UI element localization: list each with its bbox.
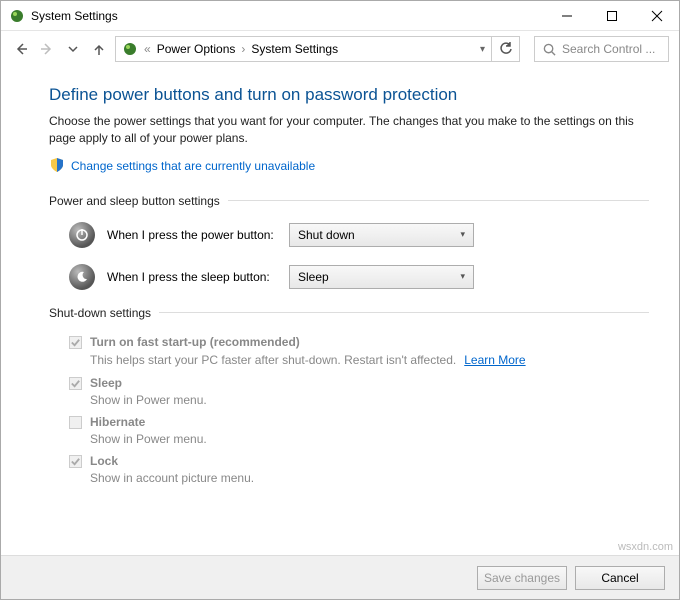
watermark: wsxdn.com: [618, 541, 673, 553]
checkbox-lock: Lock Show in account picture menu.: [69, 453, 649, 488]
search-icon: [543, 43, 556, 56]
forward-button[interactable]: [37, 39, 57, 59]
address-icon: [122, 41, 138, 57]
breadcrumb-sep: «: [144, 42, 151, 56]
search-placeholder: Search Control ...: [562, 42, 655, 56]
sleep-icon: [69, 264, 95, 290]
breadcrumb-sep: ›: [241, 42, 245, 56]
checkbox-icon: [69, 455, 82, 468]
cancel-button[interactable]: Cancel: [575, 566, 665, 590]
chevron-down-icon: ▾: [460, 229, 465, 240]
learn-more-link[interactable]: Learn More: [464, 353, 525, 367]
checkbox-icon: [69, 377, 82, 390]
power-button-label: When I press the power button:: [107, 228, 277, 242]
nav-bar: « Power Options › System Settings ▾ Sear…: [1, 31, 679, 67]
shield-icon: [49, 157, 65, 176]
maximize-button[interactable]: [589, 1, 634, 30]
address-bar[interactable]: « Power Options › System Settings ▾: [115, 36, 492, 62]
chevron-down-icon[interactable]: ▾: [480, 44, 485, 55]
search-input[interactable]: Search Control ...: [534, 36, 669, 62]
checkbox-sleep: Sleep Show in Power menu.: [69, 375, 649, 410]
back-button[interactable]: [11, 39, 31, 59]
breadcrumb-item[interactable]: Power Options: [157, 42, 236, 56]
page-title: Define power buttons and turn on passwor…: [49, 85, 649, 105]
chevron-down-icon: ▾: [460, 271, 465, 282]
checkbox-fast-startup: Turn on fast start-up (recommended): [69, 334, 649, 351]
breadcrumb-item[interactable]: System Settings: [251, 42, 338, 56]
section-header-power: Power and sleep button settings: [49, 194, 220, 208]
sleep-button-label: When I press the sleep button:: [107, 270, 277, 284]
content-area: Define power buttons and turn on passwor…: [1, 67, 679, 487]
recent-dropdown[interactable]: [63, 39, 83, 59]
sleep-button-dropdown[interactable]: Sleep ▾: [289, 265, 474, 289]
power-icon: [69, 222, 95, 248]
page-description: Choose the power settings that you want …: [49, 113, 649, 147]
section-header-shutdown: Shut-down settings: [49, 306, 151, 320]
app-icon: [9, 8, 25, 24]
power-button-dropdown[interactable]: Shut down ▾: [289, 223, 474, 247]
save-button[interactable]: Save changes: [477, 566, 567, 590]
checkbox-hibernate: Hibernate Show in Power menu.: [69, 414, 649, 449]
window-title: System Settings: [31, 9, 118, 23]
checkbox-icon: [69, 336, 82, 349]
title-bar: System Settings: [1, 1, 679, 31]
change-settings-link[interactable]: Change settings that are currently unava…: [71, 159, 315, 173]
minimize-button[interactable]: [544, 1, 589, 30]
close-button[interactable]: [634, 1, 679, 30]
up-button[interactable]: [89, 39, 109, 59]
checkbox-icon: [69, 416, 82, 429]
refresh-button[interactable]: [492, 36, 520, 62]
footer-bar: Save changes Cancel: [1, 555, 679, 599]
